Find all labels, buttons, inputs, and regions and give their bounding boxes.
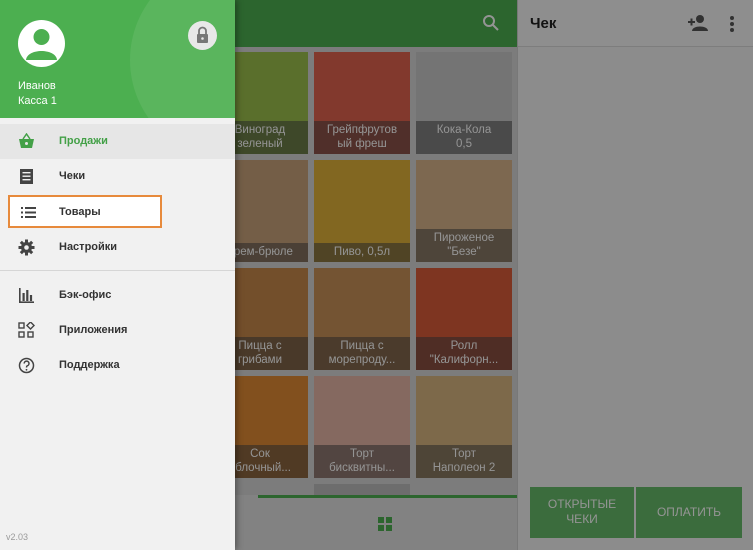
menu-item-receipts[interactable]: Чеки [0, 159, 235, 194]
menu-item-back-office[interactable]: Бэк-офис [0, 278, 235, 313]
menu-item-support[interactable]: Поддержка [0, 348, 235, 383]
menu-item-products[interactable]: Товары [8, 195, 162, 228]
user-name: Иванов [18, 80, 56, 92]
header-decoration [130, 0, 235, 118]
menu-item-label: Продажи [59, 135, 108, 147]
lock-icon [197, 26, 208, 43]
navigation-drawer: Иванов Касса 1 Продажи Чеки Товары Настр… [0, 0, 235, 550]
menu-item-label: Товары [59, 206, 101, 218]
menu-item-settings[interactable]: Настройки [0, 230, 235, 265]
help-icon [18, 357, 35, 374]
list-icon [21, 207, 36, 218]
menu-item-label: Приложения [59, 324, 128, 336]
basket-icon [19, 133, 34, 148]
menu-item-sales[interactable]: Продажи [0, 124, 235, 159]
divider [0, 270, 235, 271]
drawer-header: Иванов Касса 1 [0, 0, 235, 118]
avatar [18, 20, 65, 67]
menu-item-label: Бэк-офис [59, 289, 112, 301]
version-label: v2.03 [6, 532, 29, 542]
menu-item-label: Поддержка [59, 359, 120, 371]
register-name: Касса 1 [18, 95, 57, 107]
receipt-list-icon [20, 169, 33, 184]
menu-item-label: Чеки [59, 170, 86, 182]
menu-item-label: Настройки [59, 241, 118, 253]
gear-icon [18, 239, 35, 256]
apps-grid-icon [18, 322, 35, 338]
user-avatar-icon [26, 29, 57, 60]
lock-button[interactable] [188, 21, 217, 50]
menu-item-apps[interactable]: Приложения [0, 313, 235, 348]
bar-chart-icon [19, 288, 34, 303]
